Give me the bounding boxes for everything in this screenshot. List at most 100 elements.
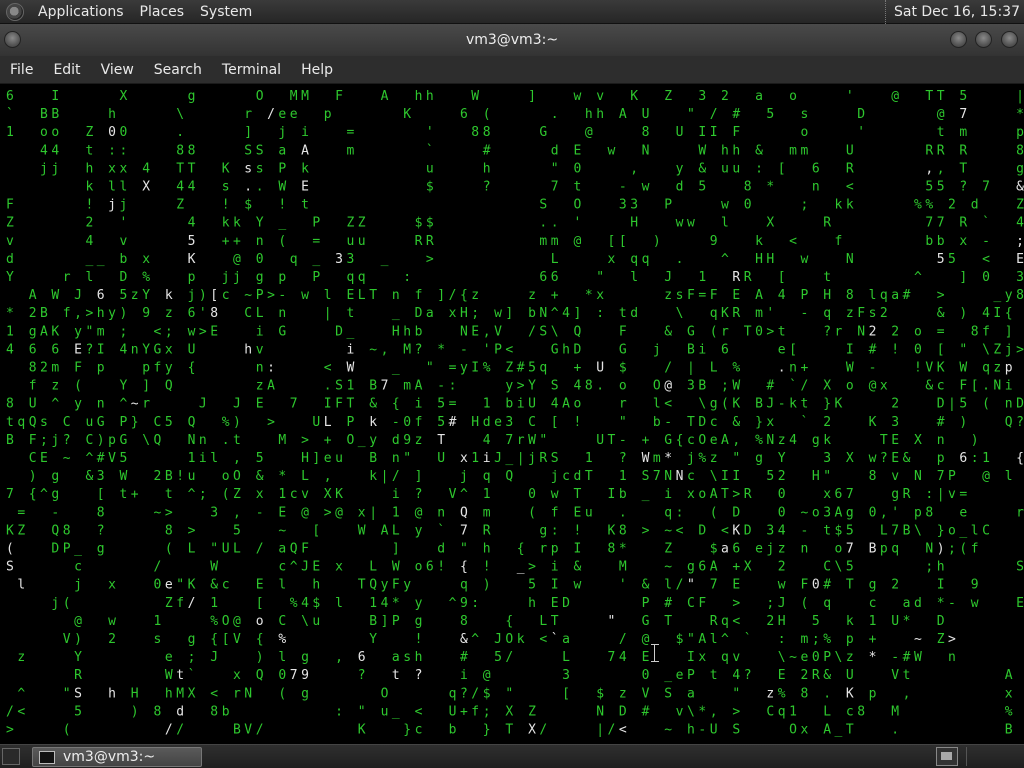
rain-glyph: r [721, 324, 729, 339]
rain-glyph: 7 [290, 668, 298, 683]
rain-glyph: # [903, 650, 911, 665]
rain-glyph: S [74, 686, 82, 701]
rain-glyph: 8 [483, 125, 491, 140]
rain-glyph: | [369, 505, 377, 520]
rain-glyph: y [369, 433, 377, 448]
rain-glyph: p [1016, 125, 1024, 140]
menu-edit[interactable]: Edit [43, 56, 90, 84]
rain-glyph: ' [199, 306, 207, 321]
rain-glyph: n [789, 361, 797, 376]
rain-glyph: W [210, 560, 218, 575]
rain-glyph: w [676, 216, 684, 231]
rain-glyph: \ [687, 704, 695, 719]
rain-glyph: ; [812, 632, 820, 647]
rain-glyph: j [233, 270, 241, 285]
system-menu[interactable]: System [192, 0, 260, 24]
applications-menu[interactable]: Applications [30, 0, 132, 24]
rain-glyph: b [222, 704, 230, 719]
rain-glyph: S [732, 723, 740, 738]
rain-glyph: ~ [63, 451, 71, 466]
terminal-output[interactable]: 6 I Xg O M M F Ah h W] w v K Z 3 2 a o ' @ T T 5 | ` B Bh \ r / e e p K 6(… [0, 84, 1024, 744]
menu-search[interactable]: Search [144, 56, 212, 84]
rain-glyph: , [732, 433, 740, 448]
rain-glyph: F [6, 198, 14, 213]
rain-glyph: ` [982, 216, 990, 231]
rain-glyph: ! [222, 198, 230, 213]
maximize-icon[interactable] [975, 31, 992, 48]
rain-glyph: " [687, 578, 695, 593]
rain-glyph: N [642, 143, 650, 158]
rain-glyph: x [449, 306, 457, 321]
rain-glyph: U [846, 668, 854, 683]
rain-glyph: b [653, 415, 661, 430]
rain-glyph: { [676, 433, 684, 448]
rain-glyph: 3 [1016, 270, 1024, 285]
clock[interactable]: Sat Dec 16, 15:37 [884, 0, 1024, 24]
rain-glyph: 8 [1016, 288, 1024, 303]
rain-glyph: [ [222, 632, 230, 647]
rain-glyph: g [812, 433, 820, 448]
rain-glyph: t [392, 668, 400, 683]
rain-glyph: h [244, 342, 252, 357]
menu-view[interactable]: View [91, 56, 144, 84]
rain-glyph: > [732, 704, 740, 719]
rain-glyph: q [710, 306, 718, 321]
rain-glyph: f [471, 704, 479, 719]
rain-glyph: m [403, 379, 411, 394]
rain-glyph: J [664, 270, 672, 285]
rain-glyph: x [358, 505, 366, 520]
rain-glyph: a [392, 650, 400, 665]
rain-glyph: [ [562, 686, 570, 701]
rain-glyph: . [676, 252, 684, 267]
rain-glyph: r [619, 397, 627, 412]
rain-glyph: v [120, 234, 128, 249]
workspace-switcher-icon[interactable] [936, 747, 958, 766]
rain-glyph: G [551, 342, 559, 357]
rain-glyph: " [63, 686, 71, 701]
rain-glyph: 0 [574, 161, 582, 176]
menu-terminal[interactable]: Terminal [212, 56, 291, 84]
rain-glyph: T [369, 288, 377, 303]
rain-glyph: r [244, 107, 252, 122]
rain-glyph: 4 [483, 433, 491, 448]
rain-glyph: 4 [86, 234, 94, 249]
rain-glyph: ! [914, 361, 922, 376]
rain-glyph: W [278, 180, 286, 195]
rain-glyph: . [551, 107, 559, 122]
rain-glyph: x [108, 161, 116, 176]
rain-glyph: [ [551, 415, 559, 430]
show-desktop-icon[interactable] [2, 748, 20, 765]
places-menu[interactable]: Places [132, 0, 193, 24]
rain-glyph: / [710, 107, 718, 122]
window-titlebar[interactable]: vm3@vm3:~ [0, 24, 1024, 56]
rain-glyph: 3 [97, 469, 105, 484]
close-icon[interactable] [1001, 31, 1018, 48]
rain-glyph: ? [415, 342, 423, 357]
rain-glyph: , [483, 324, 491, 339]
rain-glyph: z [131, 288, 139, 303]
rain-glyph: 5 [120, 451, 128, 466]
rain-glyph: p [937, 451, 945, 466]
rain-glyph: j [188, 288, 196, 303]
rain-glyph: I [324, 397, 332, 412]
rain-glyph: n [256, 361, 264, 376]
rain-glyph: V [642, 686, 650, 701]
rain-glyph: G [642, 614, 650, 629]
rain-glyph: | [948, 397, 956, 412]
rain-glyph: 5 [165, 415, 173, 430]
menu-file[interactable]: File [0, 56, 43, 84]
menu-help[interactable]: Help [291, 56, 343, 84]
rain-glyph: l [710, 632, 718, 647]
rain-glyph: W [698, 143, 706, 158]
rain-glyph: o [914, 324, 922, 339]
taskbar-button-terminal[interactable]: vm3@vm3:~ [32, 747, 202, 767]
minimize-icon[interactable] [950, 31, 967, 48]
workspace-2[interactable] [966, 747, 988, 766]
rain-glyph: j [687, 451, 695, 466]
rain-glyph: ` [437, 523, 445, 538]
gnome-foot-icon[interactable] [6, 2, 24, 21]
rain-glyph: 5 [959, 397, 967, 412]
rain-glyph: S [335, 379, 343, 394]
rain-glyph: A [40, 324, 48, 339]
rain-glyph: ( [74, 379, 82, 394]
